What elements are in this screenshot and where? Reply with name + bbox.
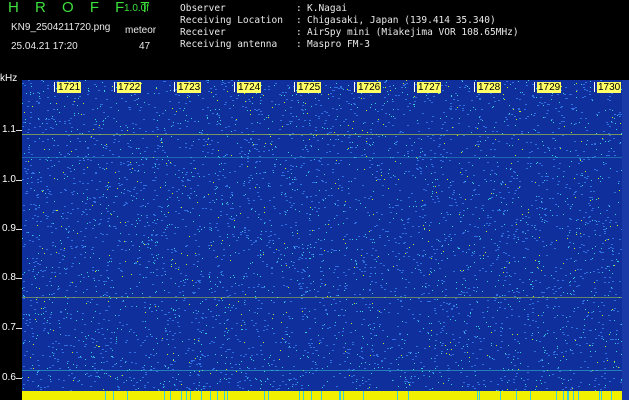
- location-label: Receiving Location: [180, 15, 283, 26]
- y-axis-unit: kHz: [0, 73, 18, 84]
- x-tick-label: 1724: [237, 82, 262, 93]
- x-tick: [174, 82, 175, 92]
- x-tick-label: 1721: [57, 82, 82, 93]
- spectrogram: [22, 80, 622, 400]
- x-tick-label: 1728: [477, 82, 502, 93]
- spectrogram-edge: [622, 80, 629, 400]
- receiver-value: AirSpy mini (Miakejima VOR 108.65MHz): [307, 27, 519, 38]
- y-tick-label: 0.9: [2, 223, 16, 234]
- antenna-colon: :: [296, 39, 302, 50]
- y-tick: [16, 328, 22, 329]
- x-tick-label: 1727: [417, 82, 442, 93]
- file-name: KN9_2504211720.png: [11, 22, 111, 33]
- y-tick-label: 0.6: [2, 372, 16, 383]
- antenna-label: Receiving antenna: [180, 39, 278, 50]
- version-label: 1.0.0f: [124, 3, 150, 14]
- x-tick: [594, 82, 595, 92]
- x-tick: [474, 82, 475, 92]
- y-tick-label: 0.7: [2, 322, 16, 333]
- y-tick: [16, 130, 22, 131]
- x-tick: [534, 82, 535, 92]
- x-tick: [414, 82, 415, 92]
- y-tick-label: 0.8: [2, 272, 16, 283]
- x-tick-label: 1730: [597, 82, 622, 93]
- x-tick: [54, 82, 55, 92]
- antenna-value: Maspro FM-3: [307, 39, 370, 50]
- datetime-label: 25.04.21 17:20: [11, 41, 78, 52]
- observer-label: Observer: [180, 3, 226, 14]
- y-tick: [16, 180, 22, 181]
- y-tick: [16, 378, 22, 379]
- y-tick-label: 1.1: [2, 124, 16, 135]
- receiver-colon: :: [296, 27, 302, 38]
- y-tick-label: 1.0: [2, 174, 16, 185]
- meteor-count-value: 47: [139, 41, 151, 52]
- x-tick: [294, 82, 295, 92]
- receiver-label: Receiver: [180, 27, 226, 38]
- x-tick: [234, 82, 235, 92]
- x-tick-label: 1726: [357, 82, 382, 93]
- location-colon: :: [296, 15, 302, 26]
- observer-colon: :: [296, 3, 302, 14]
- meteor-count-label: meteor: [125, 25, 157, 36]
- y-tick: [16, 229, 22, 230]
- y-tick: [16, 278, 22, 279]
- x-tick-label: 1722: [117, 82, 142, 93]
- x-tick-label: 1723: [177, 82, 202, 93]
- x-tick: [114, 82, 115, 92]
- observer-value: K.Nagai: [307, 3, 348, 14]
- x-tick-label: 1729: [537, 82, 562, 93]
- x-tick: [354, 82, 355, 92]
- spectrogram-noise: [22, 80, 622, 400]
- x-tick-label: 1725: [297, 82, 322, 93]
- location-value: Chigasaki, Japan (139.414 35.340): [307, 15, 496, 26]
